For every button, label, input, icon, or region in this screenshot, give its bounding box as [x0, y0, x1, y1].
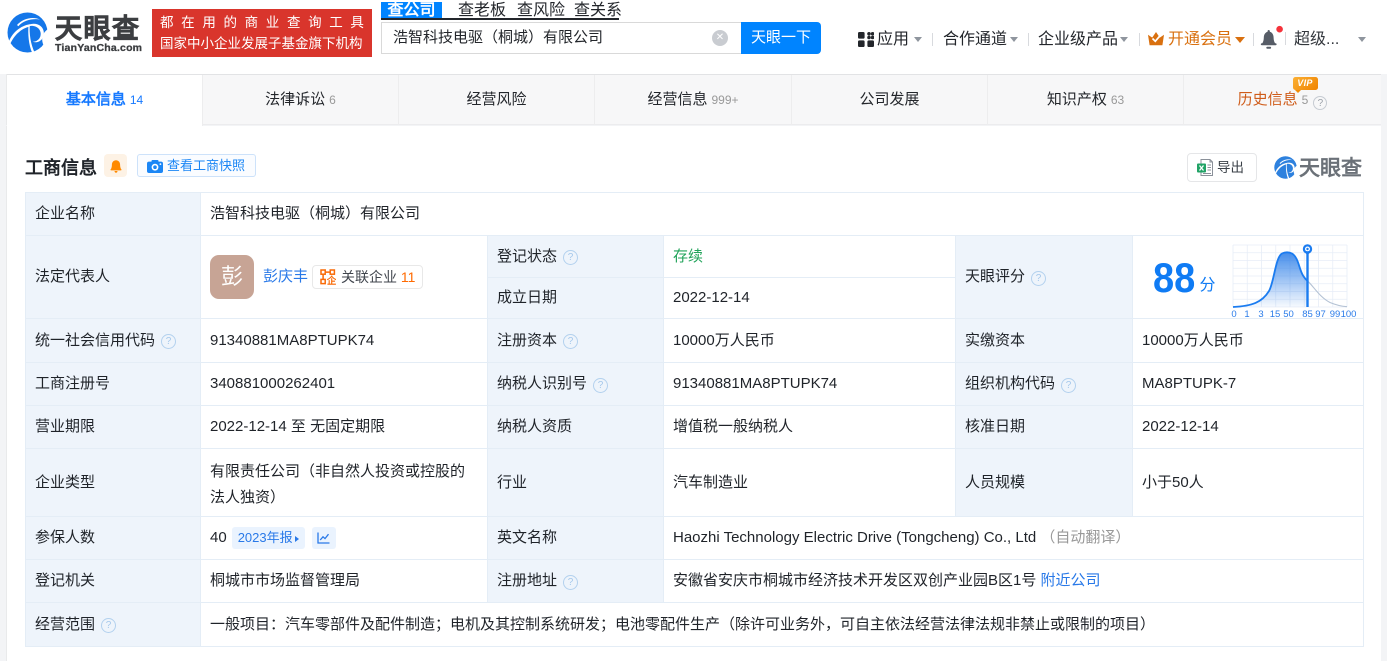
svg-text:85: 85: [1302, 309, 1313, 318]
svg-text:97: 97: [1315, 309, 1326, 318]
svg-text:3: 3: [1258, 309, 1263, 318]
svg-text:0: 0: [1231, 309, 1236, 318]
svg-text:1: 1: [1244, 309, 1249, 318]
svg-text:50: 50: [1283, 309, 1294, 318]
svg-text:100: 100: [1341, 309, 1357, 318]
svg-text:15: 15: [1270, 309, 1281, 318]
svg-text:99: 99: [1330, 309, 1341, 318]
svg-text:企: 企: [326, 275, 336, 285]
